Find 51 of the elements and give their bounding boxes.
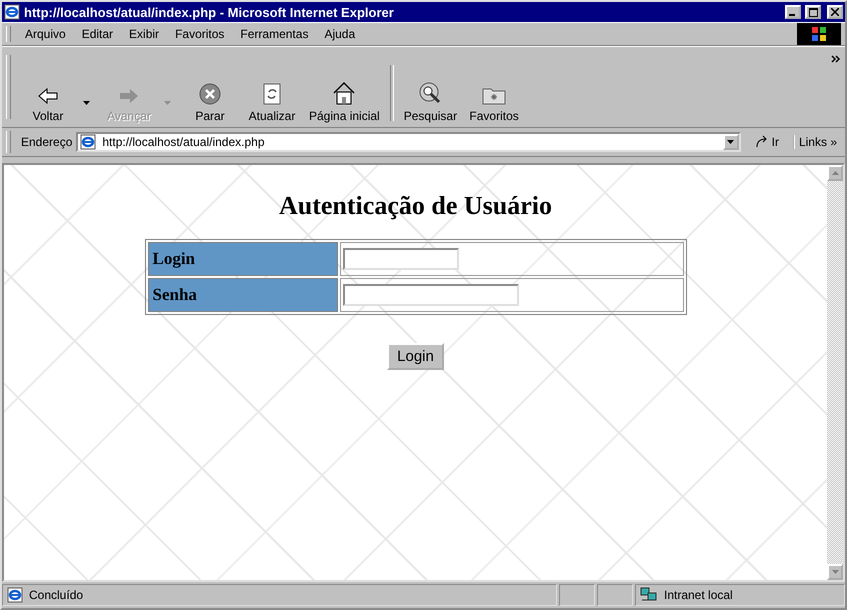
menu-item[interactable]: Editar <box>74 23 122 45</box>
up-arrow-icon <box>832 171 838 175</box>
close-icon <box>831 8 839 16</box>
menu-item[interactable]: Arquivo <box>17 23 74 45</box>
go-arrow-icon <box>754 135 769 149</box>
menu-item[interactable]: Ferramentas <box>232 23 316 45</box>
address-text: http://localhost/atual/index.php <box>102 135 264 149</box>
toolbar-button[interactable]: Voltar <box>17 82 79 127</box>
scroll-down-button[interactable] <box>827 564 843 580</box>
toolbar-button[interactable]: Parar <box>179 78 241 127</box>
address-label: Endereço <box>21 135 72 149</box>
browser-icon <box>4 4 20 20</box>
toolbar-button[interactable]: Página inicial <box>303 76 386 127</box>
page-icon <box>7 587 23 603</box>
address-field[interactable]: http://localhost/atual/index.php <box>76 132 741 152</box>
links-button[interactable]: Links » <box>792 135 841 149</box>
caret-icon <box>727 140 734 144</box>
input-field[interactable] <box>342 284 518 306</box>
input-field[interactable] <box>342 248 458 270</box>
toolbar-button[interactable]: Pesquisar <box>398 76 464 127</box>
back-arrow-icon <box>36 86 60 106</box>
toolbar-button[interactable]: Atualizar <box>241 78 303 127</box>
dropdown-button[interactable] <box>722 134 739 150</box>
menu-item[interactable]: Ajuda <box>316 23 364 45</box>
toolbar-button[interactable]: Favoritos <box>463 80 526 127</box>
page-heading: Autenticação de Usuário <box>279 191 552 221</box>
status-text: Concluído <box>29 588 84 602</box>
zone-text: Intranet local <box>664 588 733 602</box>
network-icon <box>640 587 658 603</box>
windows-logo-icon <box>811 26 827 42</box>
scroll-up-button[interactable] <box>827 165 843 181</box>
login-button[interactable]: Login <box>387 343 444 370</box>
minimize-button[interactable] <box>785 5 801 19</box>
menu-item[interactable]: Exibir <box>121 23 168 45</box>
refresh-icon <box>261 82 283 106</box>
page-icon <box>80 134 96 150</box>
home-icon <box>331 80 358 106</box>
status-pane <box>559 584 595 606</box>
down-arrow-icon <box>832 570 838 574</box>
chevron-icon[interactable] <box>831 55 841 63</box>
maximize-button[interactable] <box>805 5 821 19</box>
field-label: Senha <box>148 278 338 312</box>
stop-icon <box>198 82 222 106</box>
menu-item[interactable]: Favoritos <box>167 23 232 45</box>
maximize-icon <box>808 8 818 16</box>
close-button[interactable] <box>827 5 843 19</box>
status-pane <box>597 584 633 606</box>
go-button[interactable]: Ir <box>744 135 789 149</box>
window-title: http://localhost/atual/index.php - Microsoft Internet Explorer <box>24 4 395 20</box>
field-label: Login <box>148 242 338 276</box>
caret-icon[interactable] <box>83 101 90 105</box>
